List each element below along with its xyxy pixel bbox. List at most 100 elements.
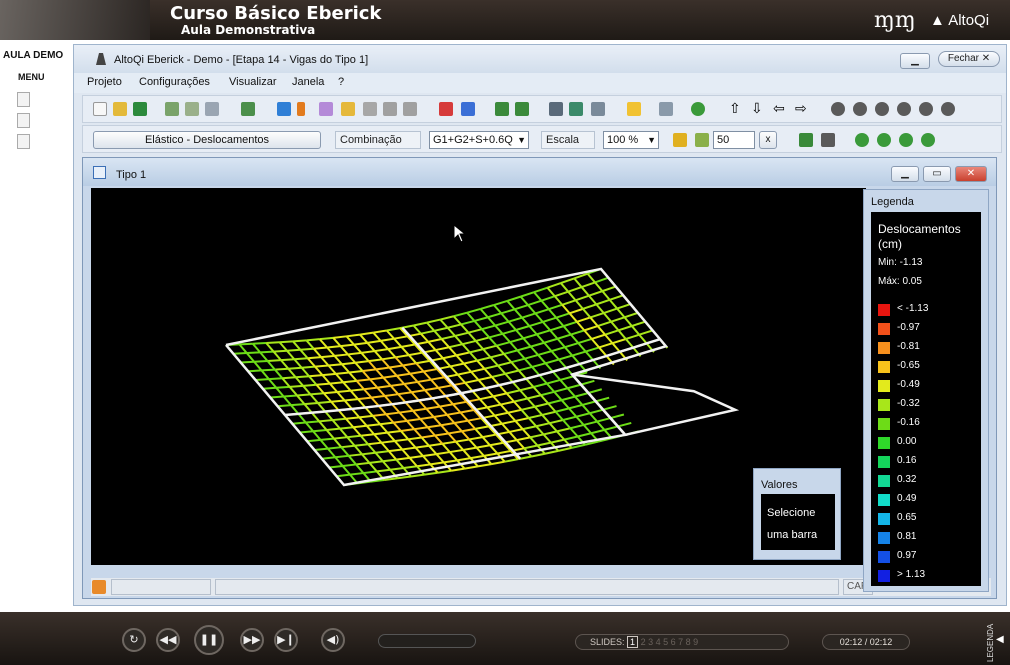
table-2-icon[interactable] [515,102,529,116]
mode-button[interactable]: Elástico - Deslocamentos [93,131,321,149]
foundation-icon[interactable] [341,102,355,116]
volume-button[interactable]: ◀) [321,628,345,652]
current-slide[interactable]: 1 [627,636,639,648]
menu-visualizar[interactable]: Visualizar [229,76,277,88]
fast-forward-button[interactable]: ▶▶ [240,628,264,652]
mesh-line [287,368,297,378]
mesh-line [455,354,465,365]
check-icon[interactable] [165,102,179,116]
fechar-button[interactable]: Fechar ✕ [938,51,1000,67]
mesh-line [571,354,581,365]
mesh-line [396,375,405,385]
rotate-2-icon[interactable] [853,102,867,116]
document-icon[interactable] [17,92,30,107]
menu-help[interactable]: ? [338,76,344,88]
open-folder-icon[interactable] [113,102,127,116]
menu-label[interactable]: MENU [18,72,45,82]
mesh-line [478,376,493,381]
zoom-window-icon[interactable] [821,133,835,147]
slides-indicator[interactable]: SLIDES: 1 2 3 4 5 6 7 8 9 [575,634,789,650]
rotate-6-icon[interactable] [941,102,955,116]
new-file-icon[interactable] [93,102,107,116]
pause-button[interactable]: ❚❚ [194,625,224,655]
mesh-line [311,412,320,422]
comment-icon[interactable] [591,102,605,116]
mesh-line [420,333,429,343]
arrow-right-icon[interactable]: ⇨ [795,102,809,116]
table-icon[interactable] [495,102,509,116]
zoom-in-icon[interactable] [899,133,913,147]
escala-select[interactable]: 100 % ▼ [603,131,659,149]
wall-icon[interactable] [363,102,377,116]
lightning-icon[interactable] [627,102,641,116]
mesh-line [333,335,347,339]
mesh-line [540,390,555,397]
deform-icon[interactable] [695,133,709,147]
rotate-4-icon[interactable] [897,102,911,116]
slab-icon[interactable] [319,102,333,116]
tipo1-window: Tipo 1 ▁ ▭ ✕ Valores Selecione uma barra… [82,157,997,599]
building-3d-icon[interactable] [549,102,563,116]
menu-projeto[interactable]: Projeto [87,76,122,88]
zoom-icon[interactable] [855,133,869,147]
rss-icon[interactable] [92,580,106,594]
zoom-out-icon[interactable] [921,133,935,147]
inner-minimize-button[interactable]: ▁ [891,166,919,182]
expand-arrow-icon[interactable]: ◀ [996,634,1004,645]
print-icon[interactable] [205,102,219,116]
help-icon[interactable] [691,102,705,116]
zoom-fit-icon[interactable] [877,133,891,147]
mesh-line [283,394,298,398]
menu-configuracoes[interactable]: Configurações [139,76,210,88]
mesh-line [570,423,584,430]
arrow-down-icon[interactable]: ⇩ [751,102,765,116]
rotate-icon[interactable] [831,102,845,116]
x-button[interactable]: x [759,131,777,149]
support-icon[interactable] [403,102,417,116]
mesh-line [329,464,343,469]
rotate-5-icon[interactable] [919,102,933,116]
mesh-line [422,370,432,381]
rewind-button[interactable]: ◀◀ [156,628,180,652]
grid-view-icon[interactable] [461,102,475,116]
beam-icon[interactable] [277,102,291,116]
combinacao-select[interactable]: G1+G2+S+0.6Q ▼ [429,131,529,149]
mesh-line [474,428,484,438]
menu-janela[interactable]: Janela [292,76,324,88]
check-list-icon[interactable] [185,102,199,116]
deformation-canvas[interactable]: Valores Selecione uma barra [91,188,866,565]
other-slides[interactable]: 2 3 4 5 6 7 8 9 [641,637,699,647]
mesh-line [468,438,478,449]
document-icon[interactable] [17,134,30,149]
document-icon[interactable] [17,113,30,128]
frame-icon[interactable] [439,102,453,116]
minimize-button[interactable]: ▁ [900,53,930,69]
mesh-line [246,351,261,355]
report-icon[interactable] [659,102,673,116]
skip-end-button[interactable]: ▶❙ [274,628,298,652]
hourglass-icon[interactable] [673,133,687,147]
structure-icon[interactable] [241,102,255,116]
save-icon[interactable] [133,102,147,116]
mesh-line [434,432,449,437]
mesh-line [261,368,275,372]
mesh-line [450,362,464,368]
inner-maximize-button[interactable]: ▭ [923,166,951,182]
mesh-line [531,452,546,458]
layers-icon[interactable] [799,133,813,147]
arrow-up-icon[interactable]: ⇧ [729,102,743,116]
factor-input[interactable]: 50 [713,131,755,149]
column-icon[interactable] [297,102,305,116]
building-color-icon[interactable] [569,102,583,116]
legend-entry: -0.49 [878,379,978,393]
replay-button[interactable]: ↻ [122,628,146,652]
mesh-line [487,312,502,319]
mesh-line [415,444,430,449]
volume-slider[interactable] [378,634,476,648]
inner-close-button[interactable]: ✕ [955,166,987,182]
arrow-left-icon[interactable]: ⇦ [773,102,787,116]
mesh-line [603,307,618,314]
load-icon[interactable] [383,102,397,116]
valores-box: Selecione uma barra [761,494,835,550]
rotate-3-icon[interactable] [875,102,889,116]
